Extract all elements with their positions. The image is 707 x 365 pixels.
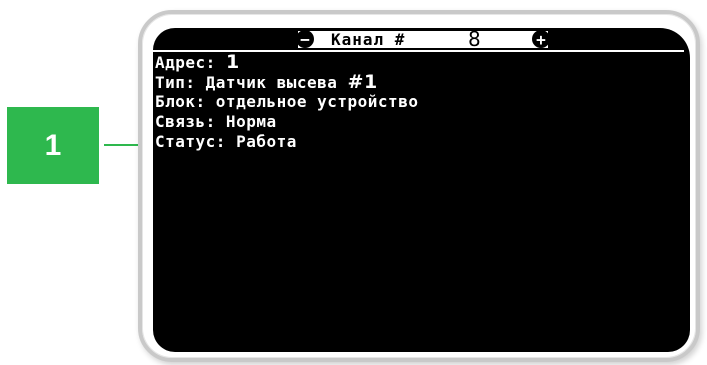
address-row: Адрес: 1 — [155, 52, 418, 72]
channel-header: − Канал # 8 + — [153, 28, 690, 52]
block-row: Блок: отдельное устройство — [155, 92, 419, 111]
channel-info: Адрес: 1 Тип: Датчик высева #1 Блок: отд… — [155, 52, 418, 152]
callout-label: 1 — [7, 107, 99, 184]
link-row: Связь: Норма — [155, 112, 277, 131]
previous-channel-button[interactable]: − — [296, 30, 314, 48]
next-channel-button[interactable]: + — [532, 30, 550, 48]
callout-number: 1 — [44, 128, 62, 162]
type-label: Тип: Датчик высева — [155, 73, 348, 92]
figure: 1 − Канал # 8 + Адрес: 1 Тип: Датчик выс… — [0, 0, 707, 365]
device-screen: − Канал # 8 + Адрес: 1 Тип: Датчик высев… — [153, 28, 690, 352]
channel-title: Канал # — [331, 30, 406, 49]
channel-number: 8 — [468, 28, 481, 51]
status-row: Статус: Работа — [155, 132, 297, 151]
address-value: 1 — [225, 51, 240, 73]
plus-icon: + — [536, 30, 546, 49]
type-value: #1 — [347, 71, 378, 93]
address-label: Адрес: — [155, 53, 226, 72]
minus-icon: − — [300, 30, 310, 49]
type-row: Тип: Датчик высева #1 — [155, 72, 418, 92]
